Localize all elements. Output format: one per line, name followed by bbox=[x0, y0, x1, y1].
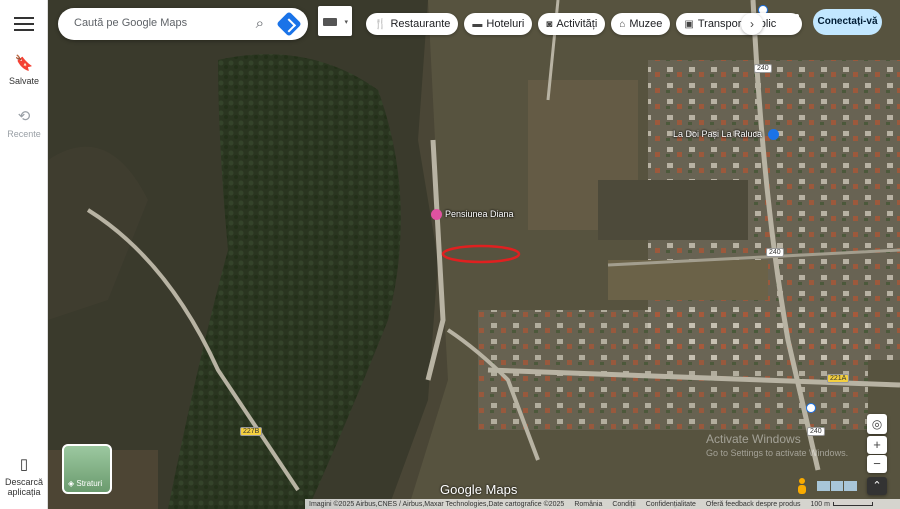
download-app-button[interactable]: ▯ Descarcă aplicația bbox=[0, 455, 48, 497]
privacy-link[interactable]: Confidențialitate bbox=[646, 501, 696, 508]
poi-pensiunea-diana[interactable]: Pensiunea Diana bbox=[431, 209, 514, 221]
caret-down-icon: ▾ bbox=[344, 19, 348, 26]
road-shield-240: 240 bbox=[754, 64, 772, 73]
poi-pin-icon bbox=[767, 129, 779, 141]
chevron-up-icon: ⌃ bbox=[872, 480, 882, 492]
download-label-2: aplicația bbox=[7, 487, 41, 497]
saved-label: Salvate bbox=[8, 76, 40, 86]
chip-activities[interactable]: ◙ Activități bbox=[538, 13, 606, 35]
menu-icon[interactable] bbox=[12, 14, 36, 34]
pegman-icon[interactable] bbox=[796, 478, 808, 494]
recent-label: Recente bbox=[7, 129, 41, 139]
chip-label: Activități bbox=[556, 18, 598, 30]
road-shield-227b: 227B bbox=[240, 427, 263, 436]
sign-in-button[interactable]: Conectați-vă bbox=[813, 9, 882, 35]
chip-museums[interactable]: ⌂ Muzee bbox=[611, 13, 671, 35]
museum-icon: ⌂ bbox=[619, 18, 626, 30]
search-box[interactable]: Caută pe Google Maps ⌕ bbox=[58, 8, 308, 40]
restaurant-icon: 🍴 bbox=[374, 18, 387, 30]
camera-icon: ◙ bbox=[546, 18, 553, 30]
poi-la-doi-pasi[interactable]: La Doi Pași La Raluca bbox=[673, 129, 782, 141]
bookmark-icon: 🔖 bbox=[14, 55, 34, 72]
chip-hotels[interactable]: ▬ Hoteluri bbox=[464, 13, 533, 35]
search-input[interactable]: Caută pe Google Maps bbox=[74, 17, 187, 29]
scale-bar[interactable]: 100 m bbox=[810, 501, 873, 508]
watermark-text: Activate Windows bbox=[706, 432, 801, 446]
bus-stop-icon[interactable] bbox=[806, 403, 816, 413]
chip-label: Transport public bbox=[697, 18, 777, 30]
keyboard-icon bbox=[323, 18, 337, 26]
zoom-in-button[interactable]: + bbox=[867, 436, 887, 454]
feedback-link[interactable]: Oferă feedback despre produs bbox=[706, 501, 801, 508]
imagery-credit: Imagini ©2025 Airbus,CNES / Airbus,Maxar… bbox=[309, 500, 565, 508]
keyboard-button[interactable]: ▾ bbox=[318, 6, 352, 36]
collapse-button[interactable]: ⌃ bbox=[867, 477, 887, 495]
chip-restaurants[interactable]: 🍴 Restaurante bbox=[366, 13, 459, 35]
transit-icon: ▣ bbox=[684, 18, 694, 30]
category-chips: 🍴 Restaurante ▬ Hoteluri ◙ Activități ⌂ Muze… bbox=[366, 13, 803, 35]
layers-button[interactable]: ◈ Straturi bbox=[62, 444, 112, 494]
chip-label: Hoteluri bbox=[486, 18, 525, 30]
terms-link[interactable]: Condiții bbox=[612, 501, 635, 508]
poi-label: Pensiunea Diana bbox=[445, 209, 514, 219]
road-shield-221a: 221A bbox=[827, 374, 850, 383]
history-icon: ⟲ bbox=[17, 108, 31, 125]
imagery-thumbnails[interactable] bbox=[817, 481, 858, 491]
road-shield-240: 240 bbox=[766, 248, 784, 257]
zoom-out-button[interactable]: − bbox=[867, 455, 887, 473]
chip-label: Muzee bbox=[629, 18, 663, 30]
saved-button[interactable]: 🔖 Salvate bbox=[0, 54, 48, 86]
hotel-pin-icon bbox=[431, 209, 442, 221]
hotel-icon: ▬ bbox=[472, 18, 483, 30]
search-icon[interactable]: ⌕ bbox=[256, 15, 264, 32]
layers-label: ◈ Straturi bbox=[68, 479, 103, 488]
chip-label: Restaurante bbox=[390, 18, 451, 30]
country-link[interactable]: România bbox=[574, 501, 602, 508]
directions-icon[interactable] bbox=[276, 11, 302, 37]
download-label: Descarcă bbox=[4, 477, 43, 487]
watermark-subtext: Go to Settings to activate Windows. bbox=[706, 448, 849, 458]
my-location-button[interactable]: ◎ bbox=[867, 414, 887, 434]
phone-icon: ▯ bbox=[19, 456, 29, 473]
map-footer: Imagini ©2025 Airbus,CNES / Airbus,Maxar… bbox=[305, 499, 900, 509]
recent-button[interactable]: ⟲ Recente bbox=[0, 107, 48, 139]
google-maps-logo: Google Maps bbox=[440, 482, 518, 497]
chips-next-button[interactable]: › bbox=[741, 13, 763, 35]
poi-label: La Doi Pași La Raluca bbox=[673, 129, 763, 139]
apps-grid-icon[interactable] bbox=[783, 14, 799, 30]
location-icon: ◎ bbox=[871, 417, 883, 431]
left-rail: 🔖 Salvate ⟲ Recente ▯ Descarcă aplicația bbox=[0, 0, 48, 509]
road-shield-240: 240 bbox=[807, 427, 825, 436]
